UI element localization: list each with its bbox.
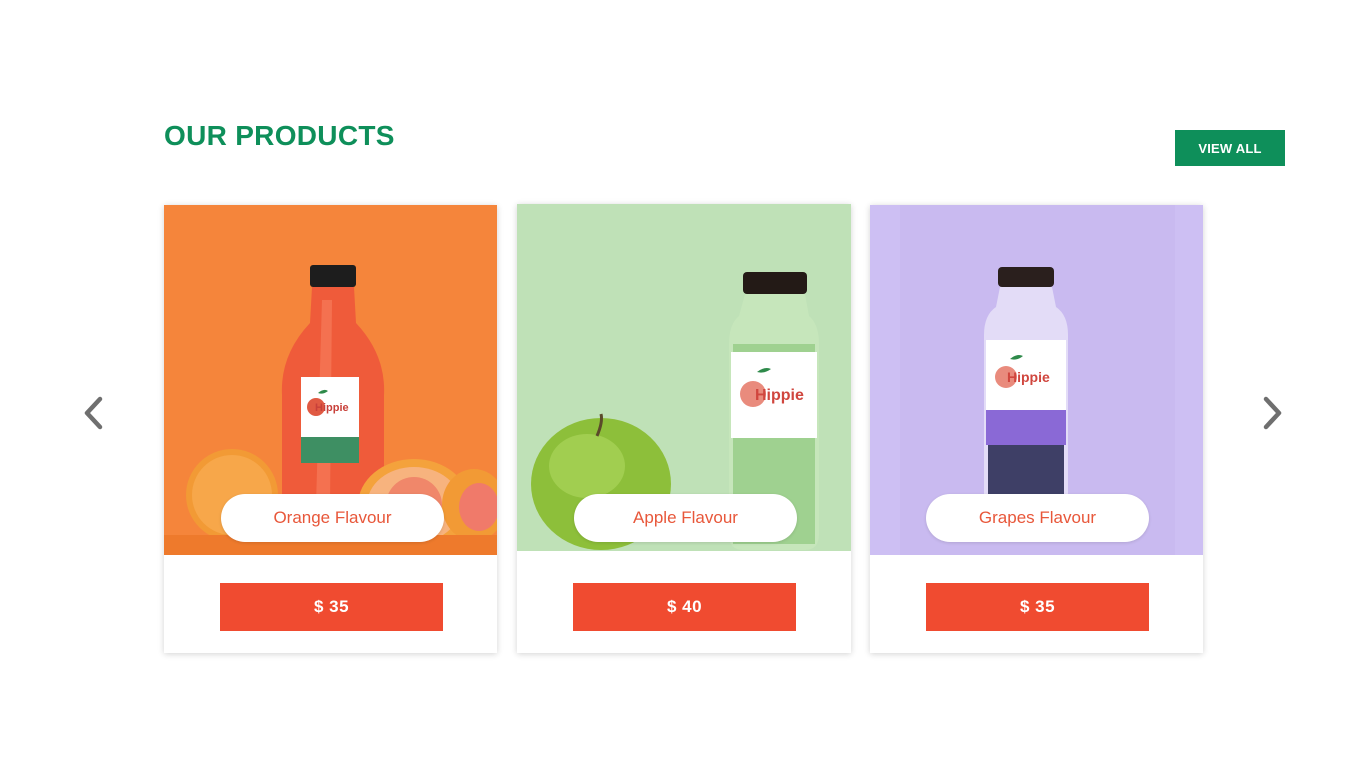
product-card-apple[interactable]: Hippie Apple Flavour $ 40 <box>517 204 851 653</box>
bottle-label-brand: Hippie <box>315 402 349 414</box>
chevron-right-icon <box>1263 396 1282 430</box>
flavour-pill-orange[interactable]: Orange Flavour <box>221 494 444 542</box>
price-button-orange[interactable]: $ 35 <box>220 583 443 631</box>
carousel-next-button[interactable] <box>1253 393 1293 433</box>
price-button-apple[interactable]: $ 40 <box>573 583 796 631</box>
flavour-pill-apple[interactable]: Apple Flavour <box>574 494 797 542</box>
product-image-orange: Hippie Orange Flavour <box>164 205 497 555</box>
price-button-grapes[interactable]: $ 35 <box>926 583 1149 631</box>
products-section: OUR PRODUCTS VIEW ALL Hippie Orange Flav… <box>0 0 1366 777</box>
flavour-pill-grapes[interactable]: Grapes Flavour <box>926 494 1149 542</box>
carousel-prev-button[interactable] <box>73 393 113 433</box>
bottle-label-brand: Hippie <box>1007 369 1050 385</box>
view-all-button[interactable]: VIEW ALL <box>1175 130 1285 166</box>
product-image-apple: Hippie Apple Flavour <box>517 204 851 551</box>
product-card-orange[interactable]: Hippie Orange Flavour $ 35 <box>164 205 497 653</box>
bottle-label-brand: Hippie <box>755 387 804 404</box>
chevron-left-icon <box>84 396 103 430</box>
product-card-grapes[interactable]: Hippie Grapes Flavour $ 35 <box>870 205 1203 653</box>
section-title: OUR PRODUCTS <box>164 120 395 151</box>
product-image-grapes: Hippie Grapes Flavour <box>870 205 1203 555</box>
